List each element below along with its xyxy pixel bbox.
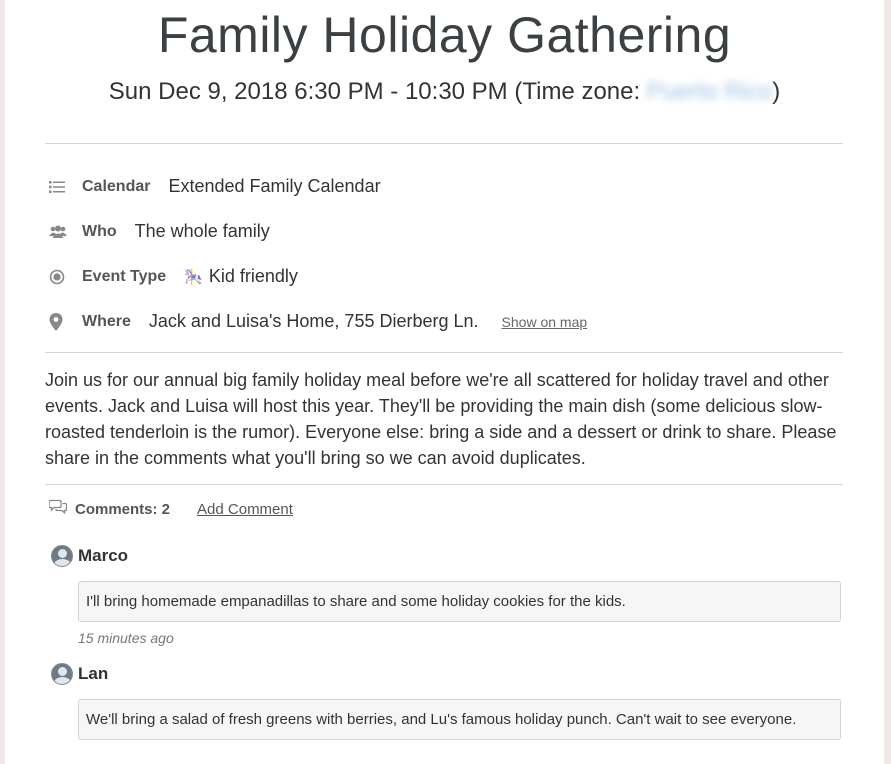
calendar-value: Extended Family Calendar <box>168 176 381 196</box>
who-label: Who <box>82 222 117 240</box>
comment-text: I'll bring homemade empanadillas to shar… <box>78 581 841 622</box>
event-type-value: Kid friendly <box>208 266 298 286</box>
radio-target-icon <box>49 267 75 287</box>
people-icon <box>49 222 75 242</box>
timezone-value-blurred: Puerto Rico <box>646 78 773 105</box>
divider <box>45 484 843 485</box>
where-value: Jack and Luisa's Home, 755 Dierberg Ln. <box>148 311 479 331</box>
detail-calendar: Calendar Extended Family Calendar <box>45 176 381 197</box>
event-title: Family Holiday Gathering <box>157 7 732 63</box>
event-description: Join us for our annual big family holida… <box>45 370 837 468</box>
avatar <box>51 545 73 567</box>
list-icon <box>49 177 75 197</box>
detail-event-type: Event Type 🎠 Kid friendly <box>45 266 298 287</box>
event-datetime: Sun Dec 9, 2018 6:30 PM - 10:30 PM (Time… <box>5 78 884 106</box>
detail-where: Where Jack and Luisa's Home, 755 Dierber… <box>45 311 587 332</box>
datetime-text: Sun Dec 9, 2018 6:30 PM - 10:30 PM (Time… <box>108 78 647 105</box>
who-value: The whole family <box>134 221 270 241</box>
map-pin-icon <box>49 312 75 332</box>
commenter-name: Lan <box>78 664 109 683</box>
carousel-horse-icon: 🎠 <box>184 268 203 286</box>
calendar-label: Calendar <box>82 177 151 195</box>
event-page: Family Holiday Gathering Sun Dec 9, 2018… <box>5 0 884 764</box>
detail-who: Who The whole family <box>45 221 270 242</box>
comments-count: Comments: 2 <box>75 500 171 518</box>
comment-author: Lan <box>51 663 108 685</box>
where-label: Where <box>82 312 131 330</box>
divider <box>45 143 843 144</box>
commenter-name: Marco <box>78 546 129 565</box>
speech-bubbles-icon <box>48 499 68 519</box>
comment-author: Marco <box>51 545 128 567</box>
avatar <box>51 663 73 685</box>
add-comment-link[interactable]: Add Comment <box>197 501 293 518</box>
comments-header: Comments: 2 Add Comment <box>48 499 293 519</box>
comment-timestamp: 15 minutes ago <box>78 630 174 646</box>
show-on-map-link[interactable]: Show on map <box>502 314 588 330</box>
comment-text: We'll bring a salad of fresh greens with… <box>78 699 841 740</box>
divider <box>45 352 843 353</box>
datetime-suffix: ) <box>772 78 781 105</box>
event-type-label: Event Type <box>82 267 167 285</box>
